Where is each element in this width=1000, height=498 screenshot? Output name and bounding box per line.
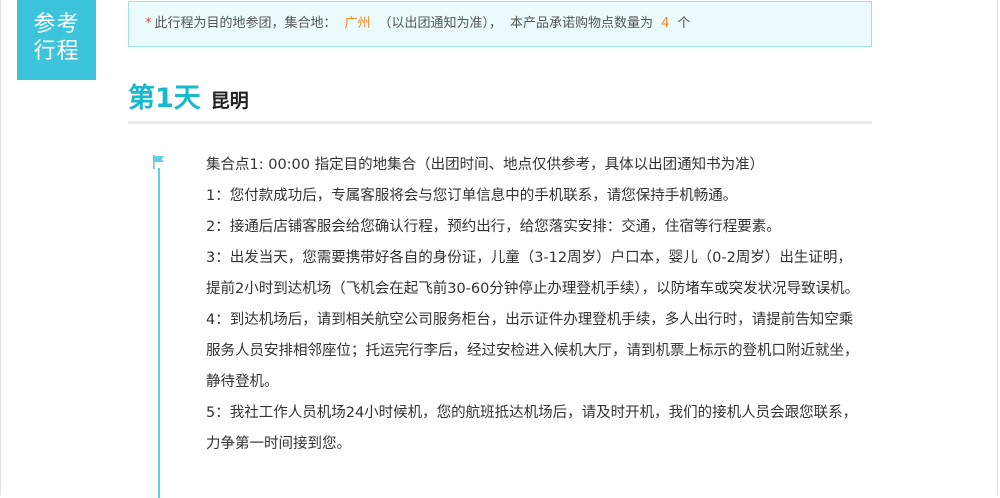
day-number: 第1天 <box>128 83 201 114</box>
itinerary-step-3: 3：出发当天，您需要携带好各自的身份证，儿童（3-12周岁）户口本，婴儿（0-2… <box>206 250 860 297</box>
day-divider <box>128 121 872 124</box>
timeline-line <box>158 168 160 498</box>
meeting-point-item: 集合点1: 00:00 指定目的地集合（出团时间、地点仅供参考，具体以出团通知书… <box>206 157 765 173</box>
shopping-count: 4 <box>661 16 670 31</box>
city-note: （以出团通知为准）， <box>378 16 503 31</box>
shopping-count-prefix: 本产品承诺购物点数量为 <box>510 16 654 31</box>
badge-line-1: 参考 <box>33 12 80 37</box>
itinerary-step-4: 4：到达机场后，请到相关航空公司服务柜台，出示证件办理登机手续，多人出行时，请提… <box>206 312 859 390</box>
day-city: 昆明 <box>210 90 249 112</box>
reference-itinerary-badge: 参考 行程 <box>17 0 96 80</box>
itinerary-step-2: 2：接通后店铺客服会给您确认行程，预约出行，给您落实安排：交通，住宿等行程要素。 <box>206 219 781 235</box>
shopping-count-unit: 个 <box>677 16 691 31</box>
itinerary-notice: * 此行程为目的地参团，集合地： 广州 （以出团通知为准）， 本产品承诺购物点数量为 4 个 <box>128 1 872 47</box>
flag-icon <box>153 155 164 169</box>
day-heading: 第1天 昆明 <box>128 76 249 114</box>
required-star: * <box>145 16 152 31</box>
itinerary-step-5: 5：我社工作人员机场24小时候机，您的航班抵达机场后，请及时开机，我们的接机人员… <box>206 405 858 452</box>
itinerary-content: 集合点1: 00:00 指定目的地集合（出团时间、地点仅供参考，具体以出团通知书… <box>206 150 866 460</box>
badge-line-2: 行程 <box>33 39 80 64</box>
itinerary-step-1: 1：您付款成功后，专属客服将会与您订单信息中的手机联系，请您保持手机畅通。 <box>206 188 738 204</box>
notice-text: 此行程为目的地参团，集合地： <box>154 16 337 31</box>
meeting-city: 广州 <box>344 16 371 31</box>
